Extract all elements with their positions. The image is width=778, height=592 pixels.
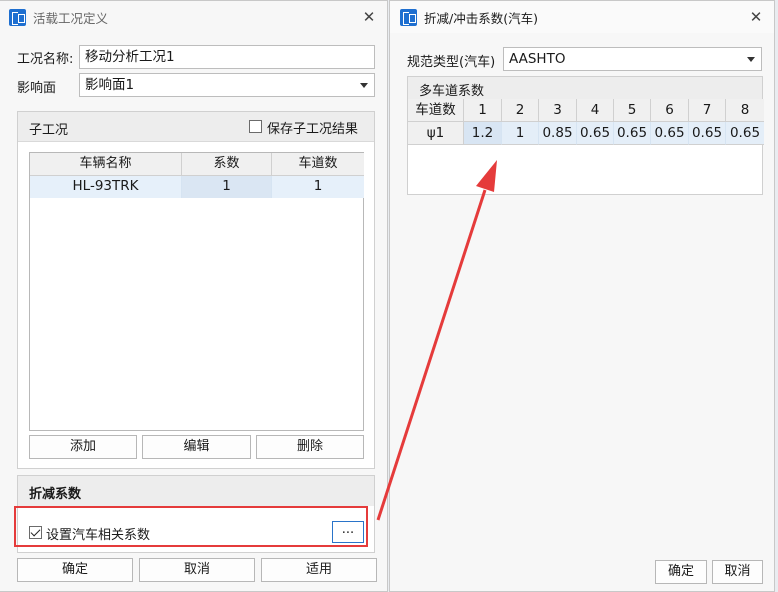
highlight-arrow bbox=[376, 160, 497, 521]
arrow-line bbox=[376, 189, 487, 521]
arrow-head bbox=[476, 160, 497, 192]
